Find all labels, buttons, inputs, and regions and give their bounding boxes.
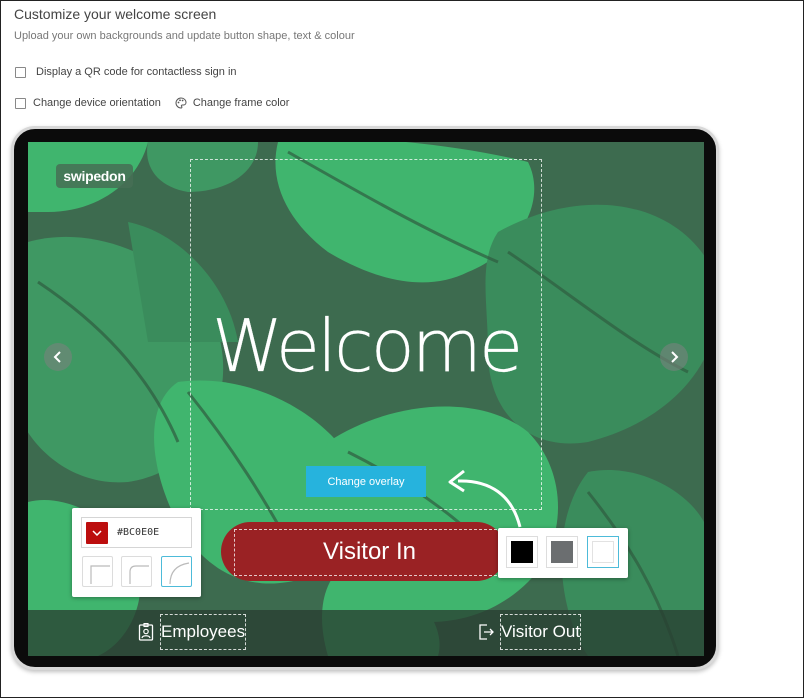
- visitor-in-label: Visitor In: [323, 537, 416, 565]
- page-subtitle: Upload your own backgrounds and update b…: [14, 30, 355, 42]
- visitor-out-label: Visitor Out: [500, 614, 582, 650]
- overlay-gray-swatch[interactable]: [546, 536, 578, 568]
- hex-value[interactable]: #BC0E0E: [117, 527, 159, 538]
- sign-out-icon: [478, 623, 494, 641]
- next-arrow[interactable]: [660, 343, 688, 371]
- overlay-white-swatch[interactable]: [587, 536, 619, 568]
- welcome-text[interactable]: Welcome: [190, 310, 542, 382]
- frame-color-label[interactable]: Change frame color: [193, 97, 290, 109]
- id-badge-icon: [138, 623, 154, 641]
- qr-checkbox[interactable]: [15, 66, 26, 78]
- qr-label: Display a QR code for contactless sign i…: [36, 66, 237, 78]
- round-corner-icon: [169, 562, 190, 585]
- overlay-color-popup: [498, 528, 628, 578]
- chevron-left-icon: [53, 351, 61, 363]
- visitor-out-button[interactable]: Visitor Out: [478, 614, 582, 650]
- orientation-label[interactable]: Change device orientation: [33, 97, 161, 109]
- button-style-popup: #BC0E0E: [72, 508, 201, 597]
- shape-round-option[interactable]: [161, 556, 192, 587]
- color-swatch[interactable]: [86, 521, 108, 544]
- shape-square-option[interactable]: [82, 556, 113, 587]
- palette-icon[interactable]: [175, 97, 187, 109]
- qr-option[interactable]: Display a QR code for contactless sign i…: [15, 66, 237, 78]
- page-title: Customize your welcome screen: [14, 6, 217, 22]
- visitor-in-button[interactable]: Visitor In: [221, 522, 532, 581]
- device-options: Change device orientation Change frame c…: [15, 97, 289, 109]
- prev-arrow[interactable]: [44, 343, 72, 371]
- footer-bar: [28, 610, 704, 656]
- orientation-checkbox[interactable]: [15, 97, 26, 109]
- overlay-black-swatch[interactable]: [506, 536, 538, 568]
- employees-button[interactable]: Employees: [138, 614, 247, 650]
- chevron-right-icon: [671, 351, 679, 363]
- swipedon-logo: swipedon: [56, 164, 133, 188]
- shape-rounded-option[interactable]: [121, 556, 152, 587]
- change-overlay-button[interactable]: Change overlay: [306, 466, 426, 497]
- chevron-down-icon: [92, 529, 102, 536]
- rounded-corner-icon: [129, 565, 149, 584]
- employees-label: Employees: [160, 614, 247, 650]
- hex-color-field[interactable]: #BC0E0E: [81, 517, 192, 548]
- square-corner-icon: [90, 565, 110, 584]
